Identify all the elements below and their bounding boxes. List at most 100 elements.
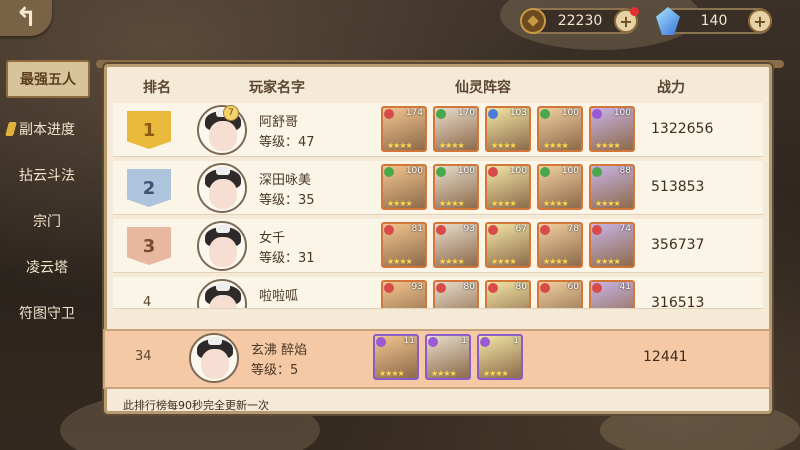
- star-rating-icon: ★★★★: [595, 141, 621, 150]
- sidebar-item-rune-guard[interactable]: 符图守卫: [0, 290, 94, 336]
- star-rating-icon: ★★★★: [387, 257, 413, 266]
- element-icon: [488, 167, 498, 177]
- table-row[interactable]: 3 女千 等级：31 81 ★★★★ 93 ★★★★ 67 ★★★★ 78 ★★★★ 74 ★★★★ 35…: [113, 219, 763, 273]
- star-rating-icon: ★★★★: [595, 199, 621, 208]
- hero-level: 100: [509, 166, 527, 176]
- avatar-face: [209, 121, 237, 151]
- player-level: 等级：47: [259, 135, 315, 150]
- team-lineup: 81 ★★★★ 93 ★★★★ 67 ★★★★ 78 ★★★★ 74 ★★★★: [381, 222, 635, 268]
- avatar-crown: [208, 337, 222, 345]
- sidebar-item-cloud-tower[interactable]: 凌云塔: [0, 244, 94, 290]
- hero-card[interactable]: 100 ★★★★: [589, 106, 635, 152]
- hero-card[interactable]: 100 ★★★★: [381, 164, 427, 210]
- back-arrow-icon: ↰: [15, 3, 37, 33]
- element-icon: [592, 109, 602, 119]
- hero-card[interactable]: 41★★★★: [589, 280, 635, 308]
- hero-card[interactable]: 67 ★★★★: [485, 222, 531, 268]
- player-avatar[interactable]: [197, 105, 247, 155]
- avatar-face: [201, 349, 229, 379]
- combat-power: 513853: [651, 179, 705, 195]
- element-icon: [592, 283, 602, 293]
- hero-level: 174: [405, 108, 423, 118]
- back-button[interactable]: ↰: [0, 0, 52, 36]
- hero-card[interactable]: 88 ★★★★: [589, 164, 635, 210]
- player-name: 玄沸 醉焰: [251, 343, 308, 358]
- hero-card[interactable]: 93★★★★: [381, 280, 427, 308]
- add-coin-button[interactable]: +: [614, 7, 639, 33]
- hero-card[interactable]: 74 ★★★★: [589, 222, 635, 268]
- player-level: 等级：35: [259, 193, 315, 208]
- sidebar-item-dungeon-progress[interactable]: 副本进度: [0, 106, 94, 152]
- rank-number: 34: [135, 349, 152, 364]
- player-level: 等级：5: [251, 363, 299, 378]
- hero-card[interactable]: 170 ★★★★: [433, 106, 479, 152]
- player-avatar[interactable]: [197, 163, 247, 213]
- hero-level: 60: [567, 282, 579, 292]
- star-rating-icon: ★★★★: [491, 199, 517, 208]
- hero-card[interactable]: 100 ★★★★: [537, 106, 583, 152]
- element-icon: [436, 109, 446, 119]
- element-icon: [540, 109, 550, 119]
- hero-level: 1: [513, 336, 519, 346]
- hero-level: 100: [561, 108, 579, 118]
- player-avatar[interactable]: [197, 221, 247, 271]
- hero-card[interactable]: 174 ★★★★: [381, 106, 427, 152]
- hero-card[interactable]: 1 ★★★★: [425, 334, 471, 380]
- avatar-face: [209, 237, 237, 267]
- hero-card[interactable]: 103 ★★★★: [485, 106, 531, 152]
- hero-card[interactable]: 100 ★★★★: [485, 164, 531, 210]
- rank-badge: 1: [127, 111, 171, 149]
- hero-card[interactable]: 93 ★★★★: [433, 222, 479, 268]
- hero-card[interactable]: 78 ★★★★: [537, 222, 583, 268]
- hero-level: 103: [509, 108, 527, 118]
- sidebar-item-strongest-five[interactable]: 最强五人: [6, 60, 90, 98]
- avatar-crown: [216, 167, 230, 175]
- element-icon: [488, 225, 498, 235]
- hero-card[interactable]: 81 ★★★★: [381, 222, 427, 268]
- header-team: 仙灵阵容: [455, 80, 511, 96]
- star-rating-icon: ★★★★: [543, 141, 569, 150]
- hero-card[interactable]: 100 ★★★★: [433, 164, 479, 210]
- coin-counter: 22230 +: [520, 7, 639, 34]
- hero-card[interactable]: 80★★★★: [433, 280, 479, 308]
- player-avatar[interactable]: [197, 279, 247, 308]
- hero-card[interactable]: 100 ★★★★: [537, 164, 583, 210]
- vip-badge: 7: [223, 105, 239, 121]
- refresh-note: 此排行榜每90秒完全更新一次: [123, 399, 269, 412]
- player-name: 啦啦呱: [259, 289, 299, 304]
- table-row[interactable]: 2 深田咏美 等级：35 100 ★★★★ 100 ★★★★ 100 ★★★★ 100 ★★★★ 88…: [113, 161, 763, 215]
- notification-dot: [630, 7, 639, 16]
- sidebar-item-sect[interactable]: 宗门: [0, 198, 94, 244]
- element-icon: [488, 283, 498, 293]
- hero-level: 93: [463, 224, 475, 234]
- element-icon: [592, 167, 602, 177]
- star-rating-icon: ★★★★: [387, 141, 413, 150]
- header-power: 战力: [657, 80, 685, 96]
- hero-level: 170: [457, 108, 475, 118]
- rank-badge: 2: [127, 169, 171, 207]
- element-icon: [436, 167, 446, 177]
- star-rating-icon: ★★★★: [439, 257, 465, 266]
- player-name: 阿舒哥: [259, 115, 299, 130]
- hero-level: 11: [403, 336, 415, 346]
- hero-card[interactable]: 80★★★★: [485, 280, 531, 308]
- hero-level: 67: [515, 224, 527, 234]
- hero-card[interactable]: 1 ★★★★: [477, 334, 523, 380]
- table-row[interactable]: 1 7 阿舒哥 等级：47 174 ★★★★ 170 ★★★★ 103 ★★★★ 100 ★★★★ 10…: [113, 103, 763, 157]
- team-lineup: 93★★★★80★★★★80★★★★60★★★★41★★★★: [381, 280, 635, 308]
- table-row[interactable]: 4啦啦呱93★★★★80★★★★80★★★★60★★★★41★★★★316513: [113, 277, 763, 309]
- add-gem-button[interactable]: +: [748, 9, 772, 33]
- hero-level: 80: [463, 282, 475, 292]
- hero-card[interactable]: 11 ★★★★: [373, 334, 419, 380]
- element-icon: [376, 337, 386, 347]
- hero-level: 100: [457, 166, 475, 176]
- player-avatar[interactable]: [189, 333, 239, 383]
- star-rating-icon: ★★★★: [439, 199, 465, 208]
- star-rating-icon: ★★★★: [379, 369, 405, 378]
- element-icon: [384, 225, 394, 235]
- hero-level: 80: [515, 282, 527, 292]
- element-icon: [488, 109, 498, 119]
- self-rank-row[interactable]: 34 玄沸 醉焰 等级：5 11 ★★★★ 1 ★★★★ 1 ★★★★ 12441: [103, 329, 771, 389]
- hero-card[interactable]: 60★★★★: [537, 280, 583, 308]
- sidebar-item-cloud-duel[interactable]: 拈云斗法: [0, 152, 94, 198]
